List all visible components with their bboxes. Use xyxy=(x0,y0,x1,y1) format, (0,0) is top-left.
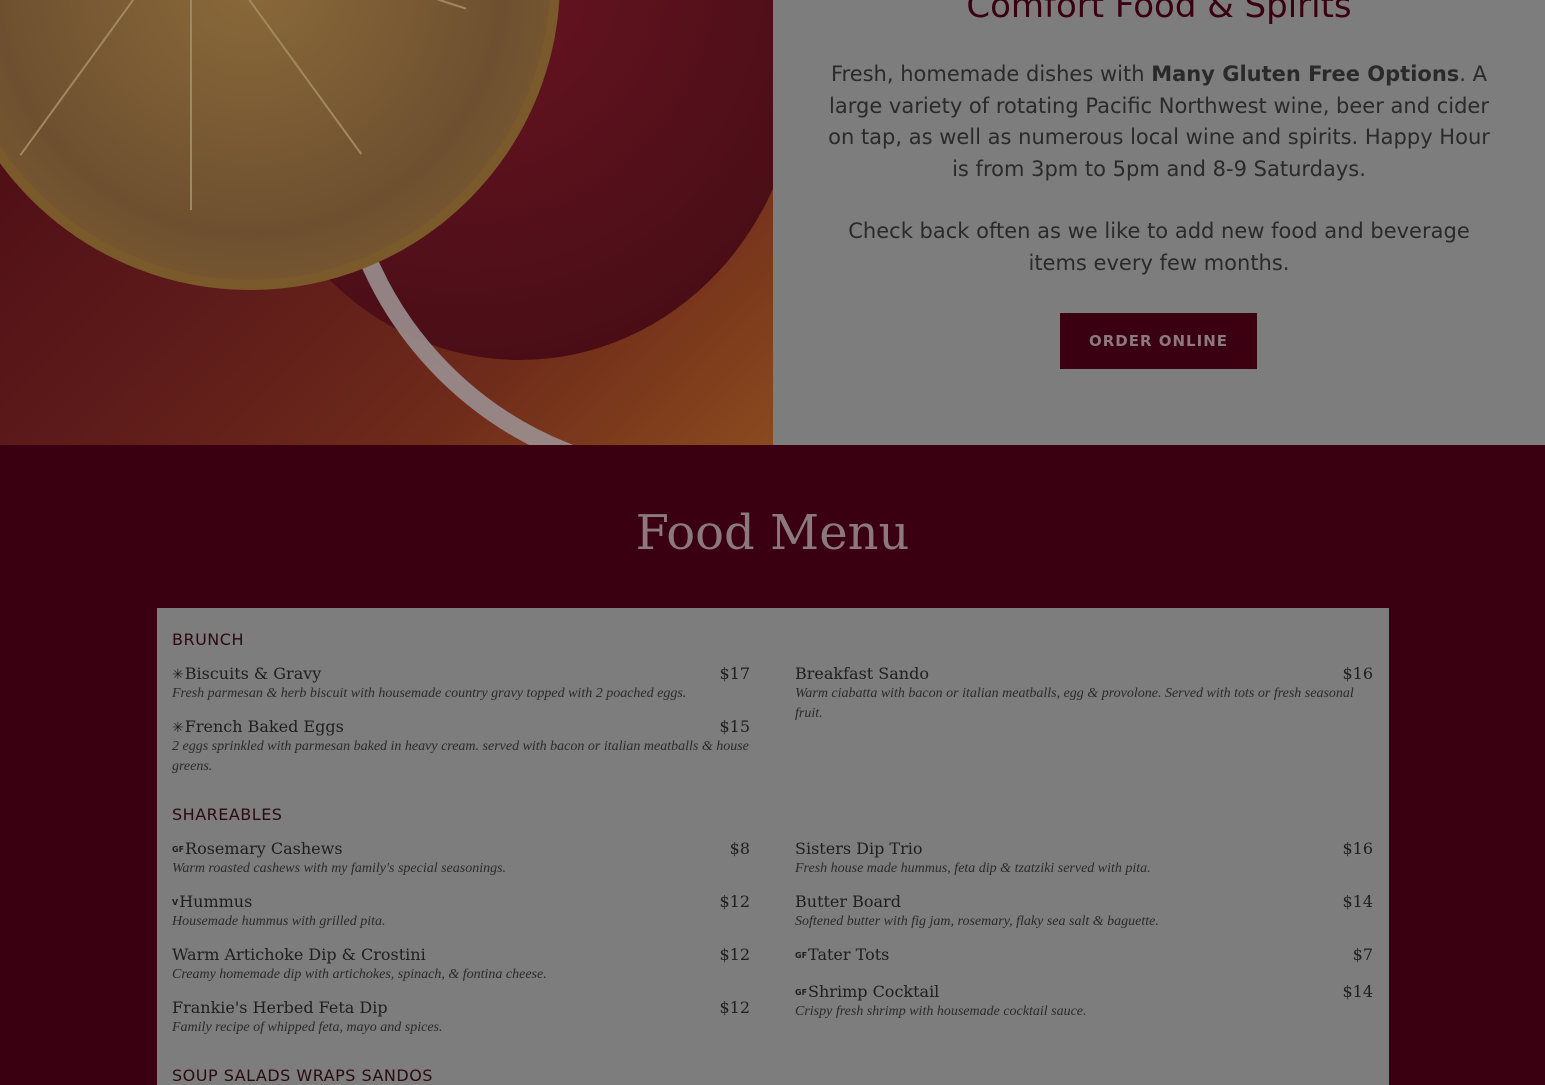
category-soup-salads-wraps-sandos: SOUP SALADS WRAPS SANDOS xyxy=(172,1066,433,1085)
menu-item-name: ✳French Baked Eggs xyxy=(172,717,344,736)
category-brunch: BRUNCH xyxy=(172,630,244,649)
category-shareables: SHAREABLES xyxy=(172,805,283,824)
cocktail-photo xyxy=(0,0,773,445)
hero-description: Fresh, homemade dishes with Many Gluten … xyxy=(823,59,1495,185)
menu-item-name: Sisters Dip Trio xyxy=(795,839,922,858)
menu-item-name: GFShrimp Cocktail xyxy=(795,982,939,1001)
menu-item-description: Crispy fresh shrimp with housemade cockt… xyxy=(795,1004,1087,1019)
menu-item-label: Frankie's Herbed Feta Dip xyxy=(172,998,388,1017)
menu-item-label: Butter Board xyxy=(795,892,901,911)
hero-title: Comfort Food & Spirits xyxy=(966,0,1352,26)
menu-item-name: Warm Artichoke Dip & Crostini xyxy=(172,945,426,964)
menu-item-label: Breakfast Sando xyxy=(795,664,929,683)
hero-note: Check back often as we like to add new f… xyxy=(848,219,1470,275)
menu-item-label: Warm Artichoke Dip & Crostini xyxy=(172,945,426,964)
menu-item-price: $12 xyxy=(719,892,750,911)
menu-item-description: Warm ciabatta with bacon or italian meat… xyxy=(795,686,1354,721)
menu-item: Sisters Dip Trio $16 Fresh house made humm… xyxy=(795,839,1373,879)
menu-item-price: $16 xyxy=(1342,839,1373,858)
asterisk-icon: ✳ xyxy=(172,719,184,736)
order-online-button[interactable]: ORDER ONLINE xyxy=(1060,313,1257,369)
menu-item: VHummus $12 Housemade hummus with grilled … xyxy=(172,892,750,932)
lemon-segment-line xyxy=(190,0,467,10)
menu-item-price: $12 xyxy=(719,945,750,964)
menu-item-description: Warm roasted cashews with my family's sp… xyxy=(172,861,507,876)
menu-item-price: $15 xyxy=(719,717,750,736)
menu-item: ✳Biscuits & Gravy $17 Fresh parmesan & her… xyxy=(172,664,750,704)
menu-item-description: Family recipe of whipped feta, mayo and … xyxy=(172,1020,443,1035)
menu-item-name: GFTater Tots xyxy=(795,945,889,964)
menu-item-price: $14 xyxy=(1342,892,1373,911)
menu-item-name: Frankie's Herbed Feta Dip xyxy=(172,998,388,1017)
lemon-segment-line xyxy=(190,0,192,210)
menu-item-name: VHummus xyxy=(172,892,252,911)
menu-item: ✳French Baked Eggs $15 2 eggs sprinkled wi… xyxy=(172,717,750,777)
asterisk-icon: ✳ xyxy=(172,666,184,683)
hero-section: Comfort Food & Spirits Fresh, homemade d… xyxy=(0,0,1545,445)
menu-card: BRUNCH ✳Biscuits & Gravy $17 Fresh parmesa… xyxy=(157,608,1389,1085)
menu-item-label: Biscuits & Gravy xyxy=(184,664,322,683)
menu-item-description: Fresh parmesan & herb biscuit with house… xyxy=(172,686,687,701)
lemon-segment-line xyxy=(190,0,363,155)
menu-item-description: Creamy homemade dip with artichokes, spi… xyxy=(172,967,547,982)
menu-item-price: $7 xyxy=(1352,945,1373,964)
hero-desc-text: Fresh, homemade dishes with xyxy=(830,62,1152,86)
menu-item-name: Butter Board xyxy=(795,892,901,911)
menu-item-label: Sisters Dip Trio xyxy=(795,839,923,858)
menu-item-description: Softened butter with fig jam, rosemary, … xyxy=(795,914,1159,929)
menu-item-name: Breakfast Sando xyxy=(795,664,929,683)
menu-item-price: $17 xyxy=(719,664,750,683)
menu-item-price: $16 xyxy=(1342,664,1373,683)
menu-item-price: $14 xyxy=(1342,982,1373,1001)
menu-item-description: Housemade hummus with grilled pita. xyxy=(172,914,386,929)
menu-item: GFRosemary Cashews $8 Warm roasted cashews… xyxy=(172,839,750,879)
menu-item: Breakfast Sando $16 Warm ciabatta with bac… xyxy=(795,664,1373,724)
menu-item: Butter Board $14 Softened butter with fig … xyxy=(795,892,1373,932)
menu-item: Warm Artichoke Dip & Crostini $12 Creamy h… xyxy=(172,945,750,985)
menu-item-name: ✳Biscuits & Gravy xyxy=(172,664,321,683)
hero-text-panel: Comfort Food & Spirits Fresh, homemade d… xyxy=(773,0,1545,445)
gluten-free-icon: GF xyxy=(795,988,808,997)
food-menu-title: Food Menu xyxy=(635,505,910,561)
menu-item-description: 2 eggs sprinkled with parmesan baked in … xyxy=(172,739,749,774)
lemon-segment-line xyxy=(0,0,191,12)
menu-item-label: Rosemary Cashews xyxy=(185,839,343,858)
menu-item: Frankie's Herbed Feta Dip $12 Family recip… xyxy=(172,998,750,1038)
menu-item-description: Fresh house made hummus, feta dip & tzat… xyxy=(795,861,1151,876)
menu-item-label: Hummus xyxy=(179,892,253,911)
gluten-free-icon: GF xyxy=(172,845,185,854)
gluten-free-icon: GF xyxy=(795,951,808,960)
menu-item: GFTater Tots $7 xyxy=(795,945,1373,964)
menu-item: GFShrimp Cocktail $14 Crispy fresh shrimp … xyxy=(795,982,1373,1022)
menu-item-label: Tater Tots xyxy=(808,945,890,964)
menu-item-price: $12 xyxy=(719,998,750,1017)
menu-item-name: GFRosemary Cashews xyxy=(172,839,343,858)
gluten-free-highlight: Many Gluten Free Options xyxy=(1151,62,1460,86)
menu-item-label: Shrimp Cocktail xyxy=(808,982,940,1001)
vegan-icon: V xyxy=(172,898,179,907)
lemon-segment-line xyxy=(19,0,192,156)
menu-item-price: $8 xyxy=(729,839,750,858)
menu-item-label: French Baked Eggs xyxy=(184,717,344,736)
